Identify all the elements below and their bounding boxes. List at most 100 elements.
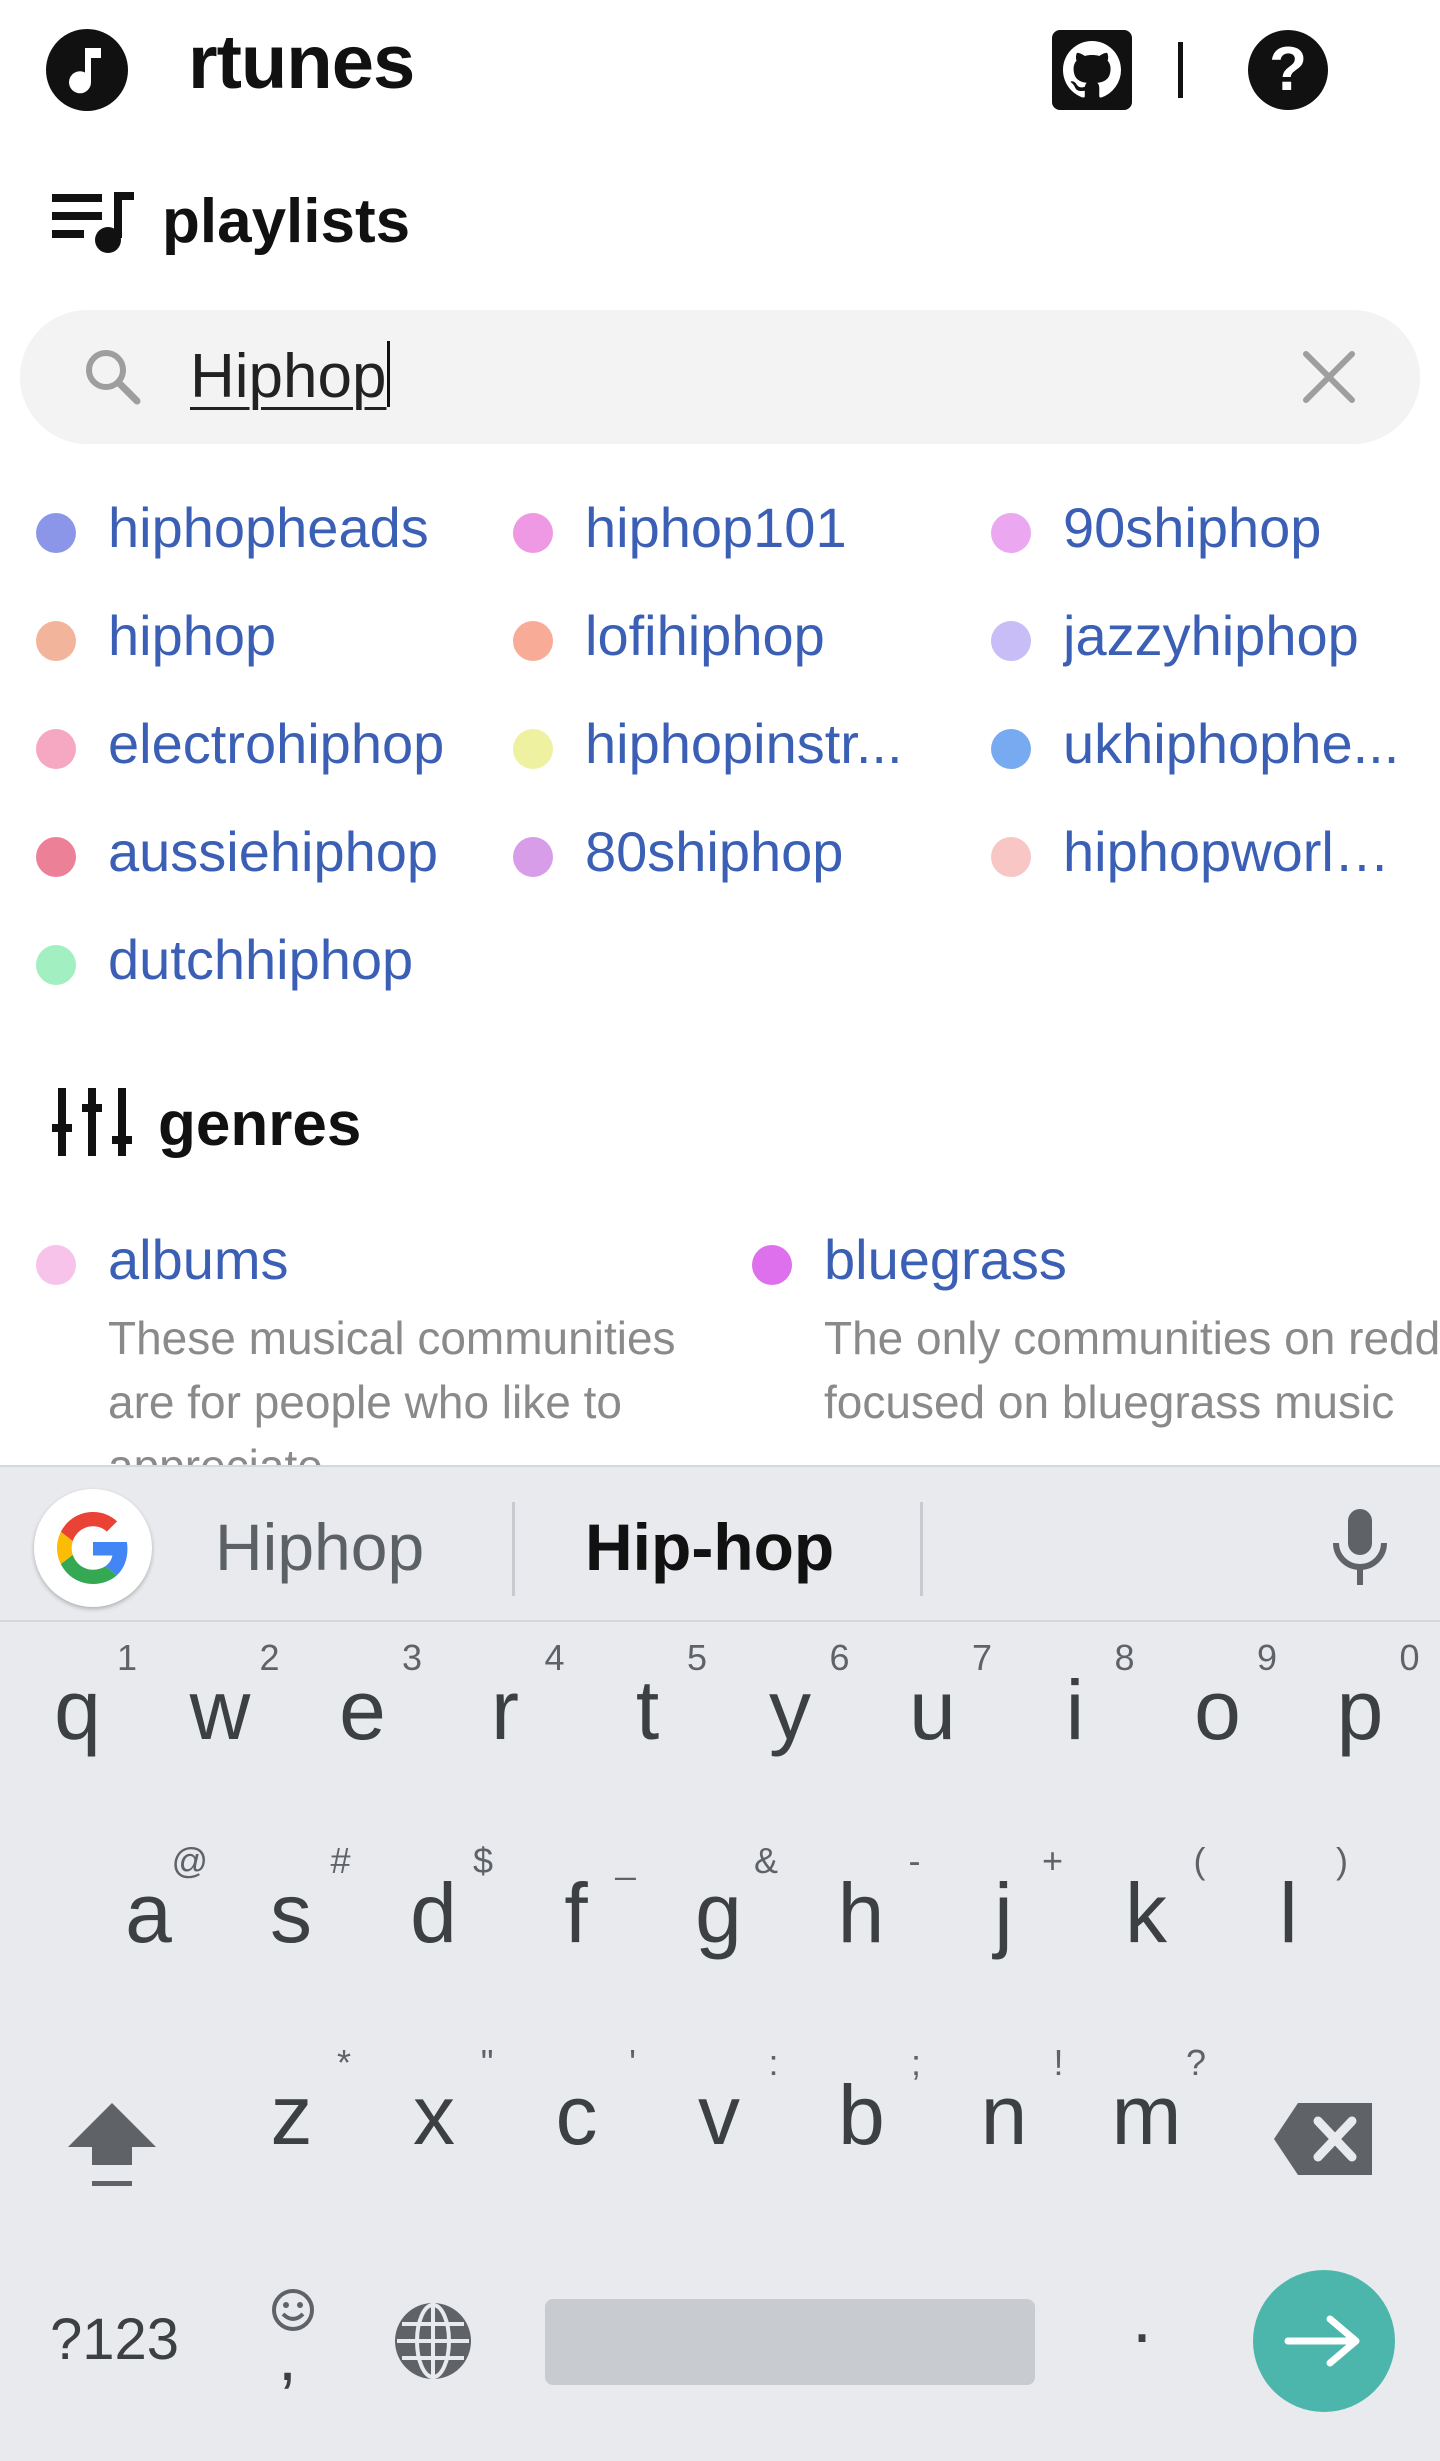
key-v[interactable]: v: xyxy=(648,2025,791,2215)
key-u[interactable]: u7 xyxy=(861,1620,1004,1810)
backspace-icon[interactable] xyxy=(1272,2099,1376,2184)
genre-color-dot xyxy=(36,1245,76,1285)
key-y[interactable]: y6 xyxy=(719,1620,862,1810)
key-alt-label: 0 xyxy=(1399,1637,1420,1678)
playlist-name[interactable]: ukhiphophe... xyxy=(1063,709,1399,779)
key-alt-label: @ xyxy=(171,1840,208,1881)
playlist-item[interactable]: hiphopheads xyxy=(36,478,476,578)
google-g-icon[interactable] xyxy=(34,1489,152,1607)
key-p[interactable]: p0 xyxy=(1289,1620,1432,1810)
playlist-item[interactable]: hiphopinstr... xyxy=(513,694,953,794)
key-l[interactable]: l) xyxy=(1217,1823,1360,2013)
key-h[interactable]: h- xyxy=(790,1823,933,2013)
playlist-name[interactable]: hiphopinstr... xyxy=(585,709,903,779)
space-key[interactable] xyxy=(545,2299,1035,2385)
search-icon xyxy=(82,346,142,411)
playlist-item[interactable]: hiphopworld... xyxy=(991,802,1411,902)
playlist-name[interactable]: hiphopworld... xyxy=(1063,817,1411,887)
key-n[interactable]: n! xyxy=(933,2025,1076,2215)
playlist-color-dot xyxy=(513,621,553,661)
search-input[interactable]: Hiphop xyxy=(190,340,391,414)
genre-name[interactable]: bluegrass xyxy=(824,1225,1067,1295)
playlist-name[interactable]: dutchhiphop xyxy=(108,925,413,995)
key-alt-label: + xyxy=(1041,1840,1063,1881)
playlist-music-icon xyxy=(52,184,136,259)
help-label: ? xyxy=(1269,35,1307,104)
playlist-item[interactable]: dutchhiphop xyxy=(36,910,476,1010)
playlist-name[interactable]: hiphopheads xyxy=(108,493,429,563)
app-page: rtunes ? playlists Hiphop hiphopheads hi… xyxy=(0,0,1440,1465)
github-icon[interactable] xyxy=(1052,30,1132,110)
key-s[interactable]: s # xyxy=(220,1823,363,2013)
playlist-item[interactable]: lofihiphop xyxy=(513,586,953,686)
playlist-color-dot xyxy=(991,729,1031,769)
key-alt-label: - xyxy=(908,1840,921,1881)
key-alt-label: ' xyxy=(629,2042,636,2083)
key-k[interactable]: k( xyxy=(1075,1823,1218,2013)
key-w[interactable]: w2 xyxy=(149,1620,292,1810)
music-note-icon xyxy=(46,29,128,111)
playlist-item[interactable]: 90shiphop xyxy=(991,478,1411,578)
search-input-value: Hiphop xyxy=(190,342,387,411)
playlist-name[interactable]: hiphop101 xyxy=(585,493,847,563)
emoji-comma-key[interactable]: , xyxy=(268,2287,328,2397)
enter-arrow-icon[interactable] xyxy=(1253,2270,1395,2412)
suggestion-1[interactable]: Hiphop xyxy=(215,1507,424,1587)
key-g[interactable]: g & xyxy=(647,1823,790,2013)
close-icon[interactable] xyxy=(1300,348,1358,406)
key-r[interactable]: r4 xyxy=(434,1620,577,1810)
key-e[interactable]: e3 xyxy=(291,1620,434,1810)
symbols-key[interactable]: ?123 xyxy=(50,2305,179,2375)
key-t[interactable]: t5 xyxy=(576,1620,719,1810)
playlist-color-dot xyxy=(36,513,76,553)
key-alt-label: ! xyxy=(1053,2042,1064,2083)
playlist-name[interactable]: jazzyhiphop xyxy=(1063,601,1359,671)
mic-icon[interactable] xyxy=(1330,1507,1390,1596)
playlist-name[interactable]: aussiehiphop xyxy=(108,817,438,887)
playlist-name[interactable]: 90shiphop xyxy=(1063,493,1321,563)
playlist-name[interactable]: hiphop xyxy=(108,601,276,671)
shift-icon[interactable] xyxy=(62,2095,162,2200)
key-c[interactable]: c ' xyxy=(505,2025,648,2215)
playlist-name[interactable]: 80shiphop xyxy=(585,817,843,887)
key-alt-label: ( xyxy=(1193,1840,1206,1881)
playlist-color-dot xyxy=(36,621,76,661)
search-bar[interactable]: Hiphop xyxy=(20,310,1420,444)
header-divider xyxy=(1178,42,1183,98)
key-f[interactable]: f _ xyxy=(505,1823,648,2013)
playlist-item[interactable]: aussiehiphop xyxy=(36,802,476,902)
suggestion-strip: Hiphop Hip-hop xyxy=(0,1467,1440,1622)
genre-card-albums[interactable]: albums These musical communities are for… xyxy=(36,1220,696,1465)
key-a[interactable]: a @ xyxy=(77,1823,220,2013)
globe-icon[interactable] xyxy=(390,2298,476,2389)
key-m[interactable]: m? xyxy=(1075,2025,1218,2215)
suggestion-divider xyxy=(920,1502,923,1596)
playlist-item[interactable]: hiphop xyxy=(36,586,476,686)
suggestion-2[interactable]: Hip-hop xyxy=(585,1507,834,1587)
playlist-item[interactable]: 80shiphop xyxy=(513,802,953,902)
genres-heading-label: genres xyxy=(158,1089,362,1159)
playlists-heading-label: playlists xyxy=(162,186,411,256)
key-alt-label: 2 xyxy=(259,1637,280,1678)
key-j[interactable]: j + xyxy=(932,1823,1075,2013)
key-z[interactable]: z * xyxy=(220,2025,363,2215)
genre-description: These musical communities are for people… xyxy=(108,1312,676,1465)
playlist-item[interactable]: hiphop101 xyxy=(513,478,953,578)
key-i[interactable]: i8 xyxy=(1004,1620,1147,1810)
key-x[interactable]: x " xyxy=(363,2025,506,2215)
help-button[interactable]: ? xyxy=(1248,30,1328,110)
playlist-item[interactable]: electrohiphop xyxy=(36,694,476,794)
key-d[interactable]: d $ xyxy=(362,1823,505,2013)
key-o[interactable]: o9 xyxy=(1146,1620,1289,1810)
playlist-item[interactable]: jazzyhiphop xyxy=(991,586,1411,686)
playlist-name[interactable]: lofihiphop xyxy=(585,601,825,671)
period-key[interactable]: . xyxy=(1132,2282,1152,2354)
playlist-name[interactable]: electrohiphop xyxy=(108,709,444,779)
key-b[interactable]: b; xyxy=(790,2025,933,2215)
key-alt-label: 3 xyxy=(401,1637,422,1678)
playlist-item[interactable]: ukhiphophe... xyxy=(991,694,1411,794)
genre-name[interactable]: albums xyxy=(108,1225,289,1295)
genre-card-bluegrass[interactable]: bluegrass The only communities on reddit… xyxy=(752,1220,1440,1434)
key-q[interactable]: q1 xyxy=(6,1620,149,1810)
key-alt-label: ? xyxy=(1185,2042,1206,2083)
